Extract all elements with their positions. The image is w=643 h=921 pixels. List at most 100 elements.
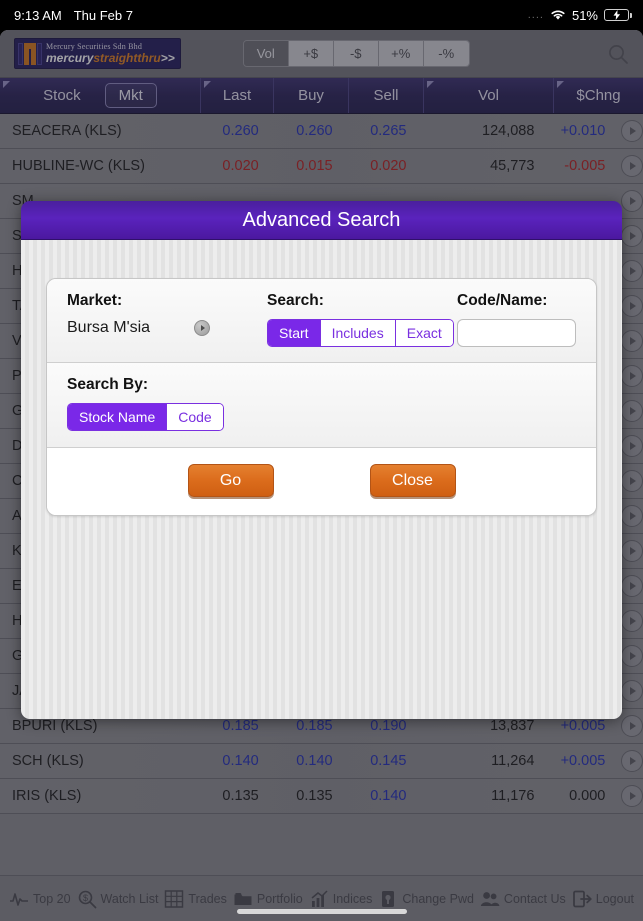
column-label-buy: Buy [298,87,324,104]
nav-label: Watch List [100,891,159,906]
filter-vol[interactable]: Vol [243,41,289,66]
table-row[interactable]: SEACERA (KLS) 0.260 0.260 0.265 124,088 … [0,114,643,149]
search-mode-start[interactable]: Start [268,320,321,346]
table-row[interactable]: HUBLINE-WC (KLS) 0.020 0.015 0.020 45,77… [0,149,643,184]
market-label: Market: [67,292,123,309]
filter-minus-dollar[interactable]: -$ [333,41,379,66]
nav-logout[interactable]: Logout [572,889,634,909]
search-mode-includes[interactable]: Includes [320,320,396,346]
column-header-stock[interactable]: Stock Mkt [0,78,200,113]
row-disclosure-icon[interactable] [621,190,643,212]
search-by-field: Search By: Stock Name Code [67,376,224,431]
row-stock-name: HUBLINE-WC (KLS) [12,158,145,174]
row-last: 0.135 [222,788,259,804]
column-label-last: Last [222,87,252,104]
nav-top-20[interactable]: Top 20 [9,889,71,909]
people-icon [480,891,500,906]
row-disclosure-icon[interactable] [621,680,643,702]
logo-company-name: Mercury Securities Sdn Bhd [46,42,143,51]
row-disclosure-icon[interactable] [621,365,643,387]
close-button[interactable]: Close [369,464,456,497]
column-header-sell[interactable]: Sell [348,78,423,113]
row-disclosure-icon[interactable] [621,715,643,737]
status-time: 9:13 AM [14,7,62,23]
row-last: 0.140 [222,753,259,769]
row-sell: 0.190 [370,718,407,734]
home-indicator[interactable] [236,909,407,914]
filter-minus-percent[interactable]: -% [423,41,469,66]
form-row-search-by: Search By: Stock Name Code [47,363,596,448]
code-name-field: Code/Name: [457,292,576,347]
row-disclosure-icon[interactable] [621,785,643,807]
row-stock-name: IRIS (KLS) [12,788,82,804]
row-disclosure-icon[interactable] [621,155,643,177]
logo-mark-icon [18,42,42,65]
row-disclosure-icon[interactable] [621,435,643,457]
filter-plus-percent[interactable]: +% [378,41,424,66]
row-disclosure-icon[interactable] [621,610,643,632]
row-disclosure-icon[interactable] [621,120,643,142]
logo-brand-part-b: straightthru [93,51,161,65]
code-name-label: Code/Name: [457,292,548,309]
row-disclosure-icon[interactable] [621,225,643,247]
row-disclosure-icon[interactable] [621,295,643,317]
nav-change-pwd[interactable]: Change Pwd [378,889,474,909]
column-header-last[interactable]: Last [200,78,273,113]
row-vol: 124,088 [482,123,535,139]
column-header-vol[interactable]: Vol [423,78,553,113]
nav-label: Top 20 [33,891,71,906]
search-icon[interactable] [607,43,629,65]
row-chng: 0.000 [569,788,606,804]
market-value[interactable]: Bursa M'sia [67,319,150,337]
row-disclosure-icon[interactable] [621,470,643,492]
row-buy: 0.185 [296,718,333,734]
go-button[interactable]: Go [187,464,274,497]
row-disclosure-icon[interactable] [621,400,643,422]
row-sell: 0.020 [370,158,407,174]
bottom-toolbar: Top 20 $ Watch List Trades Portfolio Ind… [0,875,643,921]
row-vol: 11,264 [491,753,535,769]
row-disclosure-icon[interactable] [621,505,643,527]
row-disclosure-icon[interactable] [621,260,643,282]
code-name-input[interactable] [457,319,576,347]
wifi-icon [550,9,566,21]
row-sell: 0.265 [370,123,407,139]
row-disclosure-icon[interactable] [621,645,643,667]
search-by-segmented-control[interactable]: Stock Name Code [67,403,224,431]
row-buy: 0.135 [296,788,333,804]
chevron-right-icon[interactable] [194,320,211,336]
app-logo: Mercury Securities Sdn Bhd mercurystraig… [14,38,181,69]
filter-plus-dollar[interactable]: +$ [288,41,334,66]
row-disclosure-icon[interactable] [621,540,643,562]
search-mode-exact[interactable]: Exact [395,320,453,346]
nav-watch-list[interactable]: $ Watch List [77,889,159,909]
nav-trades[interactable]: Trades [164,889,227,909]
nav-indices[interactable]: Indices [309,889,372,909]
row-disclosure-icon[interactable] [621,330,643,352]
nav-contact-us[interactable]: Contact Us [480,889,566,909]
column-header-chng[interactable]: $Chng [553,78,643,113]
column-label-vol: Vol [478,87,499,104]
dialog-actions: Go Close [47,448,596,515]
search-by-stock-name[interactable]: Stock Name [68,404,168,430]
search-mode-segmented-control[interactable]: Start Includes Exact [267,319,454,347]
status-date: Thu Feb 7 [73,7,133,23]
market-toggle-button[interactable]: Mkt [104,83,157,108]
nav-portfolio[interactable]: Portfolio [233,889,303,909]
table-row[interactable]: IRIS (KLS) 0.135 0.135 0.140 11,176 0.00… [0,779,643,814]
table-row[interactable]: SCH (KLS) 0.140 0.140 0.145 11,264 +0.00… [0,744,643,779]
app-window: Mercury Securities Sdn Bhd mercurystraig… [0,30,643,921]
top-toolbar: Mercury Securities Sdn Bhd mercurystraig… [0,30,643,78]
sort-filter-segmented-control[interactable]: Vol +$ -$ +% -% [242,40,470,67]
row-last: 0.185 [222,718,259,734]
folder-icon [234,892,252,905]
row-disclosure-icon[interactable] [621,750,643,772]
column-header-buy[interactable]: Buy [273,78,348,113]
row-stock-name: BPURI (KLS) [12,718,98,734]
battery-charging-icon [604,9,632,21]
search-by-code[interactable]: Code [167,404,223,430]
row-disclosure-icon[interactable] [621,575,643,597]
market-field: Market: Bursa M'sia [67,292,267,337]
row-chng: +0.005 [560,753,606,769]
row-vol: 13,837 [490,718,535,734]
